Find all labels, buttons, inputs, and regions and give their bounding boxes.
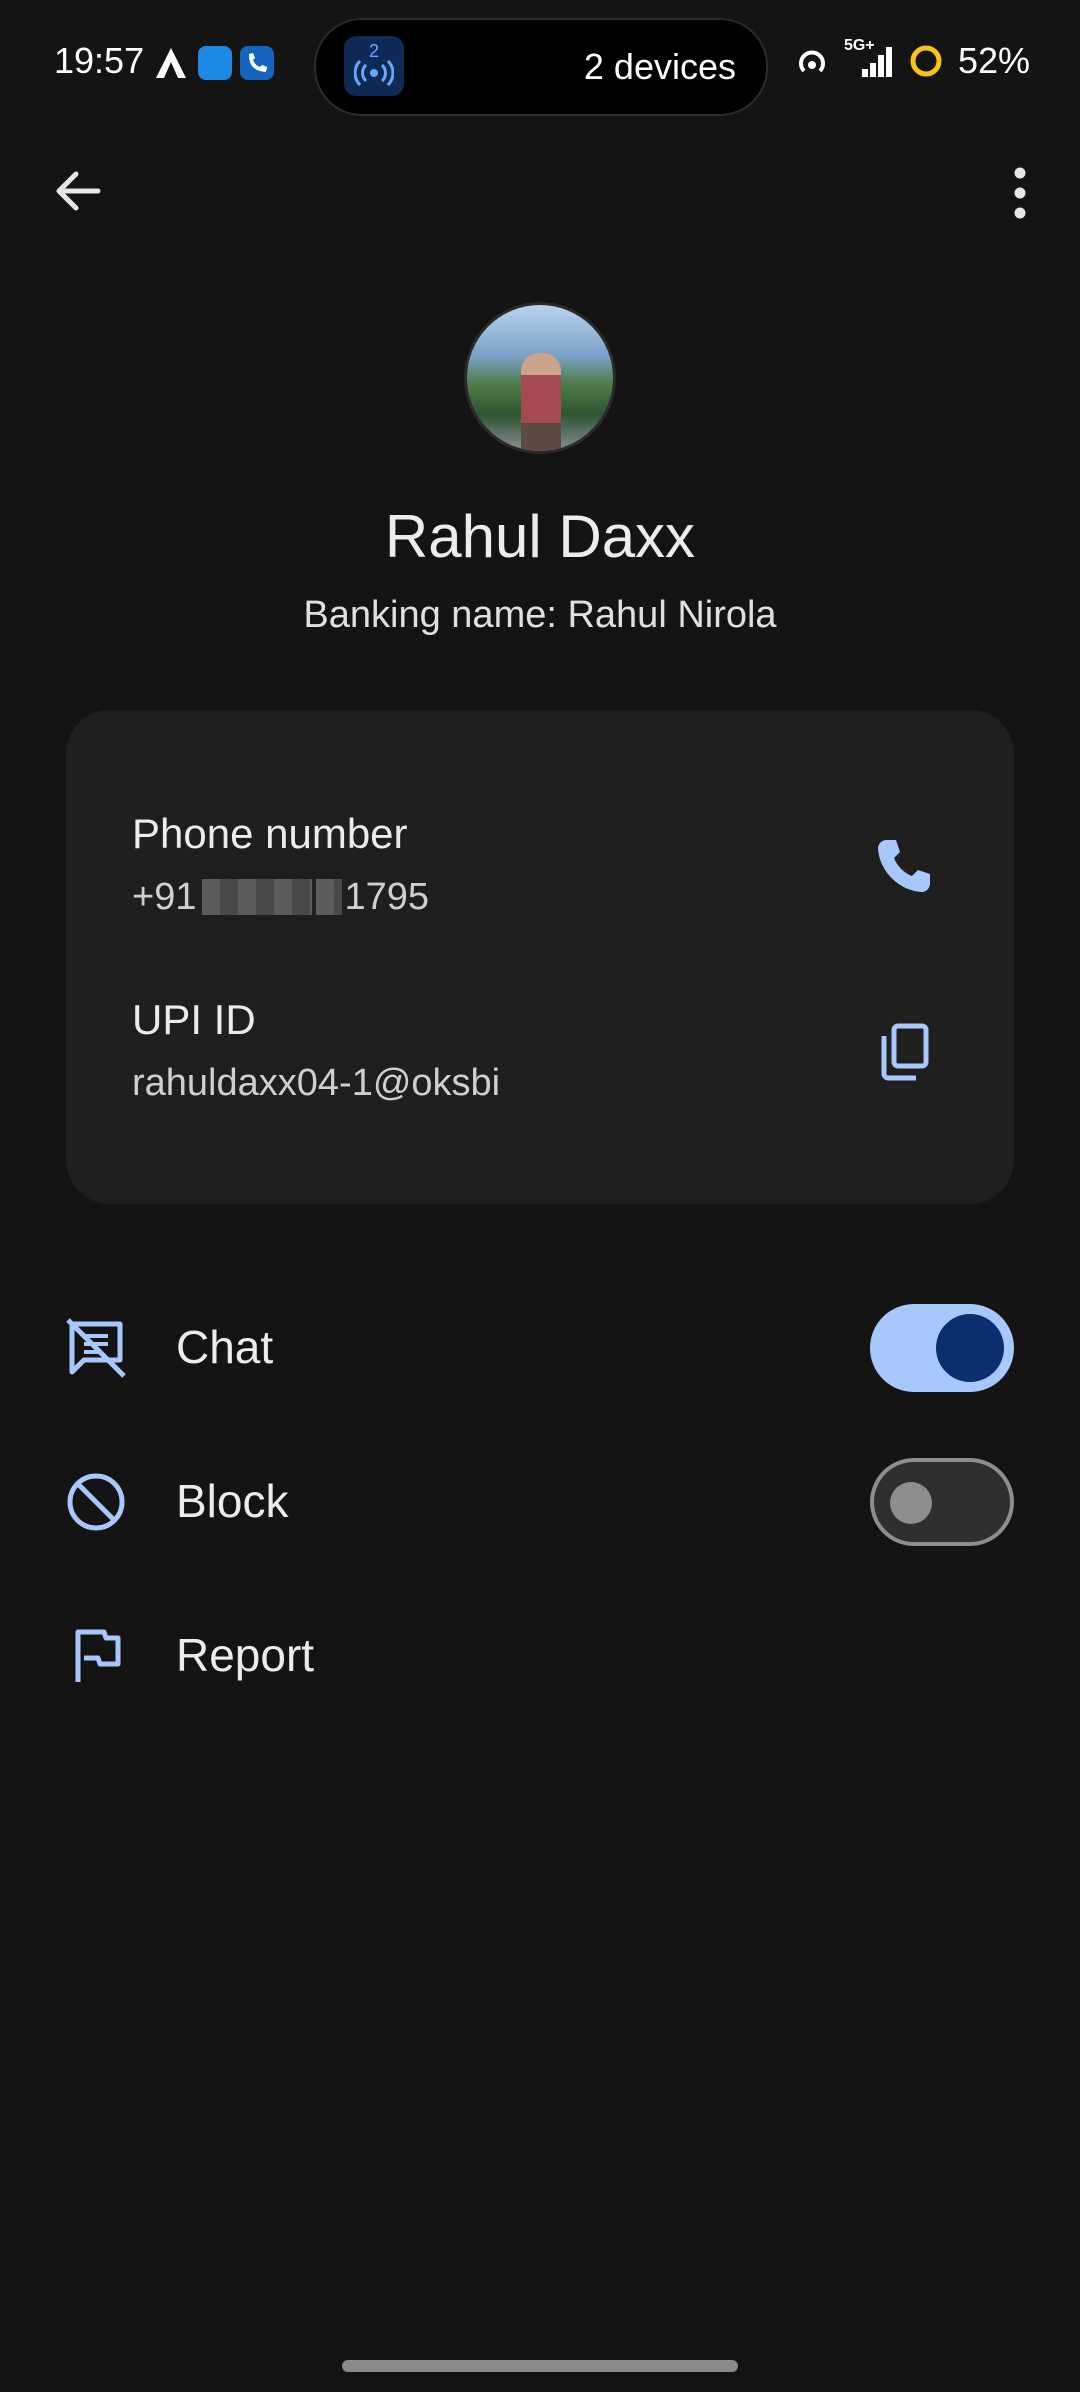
more-vert-icon	[1014, 167, 1026, 219]
wifi-hotspot-icon	[798, 50, 825, 73]
home-indicator[interactable]	[342, 2360, 738, 2372]
banking-name: Banking name: Rahul Nirola	[303, 594, 777, 636]
contact-details-card	[66, 710, 1014, 1204]
status-right: 5G+ 52%	[794, 37, 1030, 82]
copy-upi-button[interactable]	[872, 1020, 936, 1084]
back-button[interactable]	[52, 166, 102, 216]
battery-percent: 52%	[957, 40, 1030, 81]
redacted-digit	[316, 879, 343, 915]
block-toggle-knob	[890, 1482, 932, 1524]
block-toggle[interactable]	[870, 1458, 1014, 1546]
contact-name: Rahul Daxx	[384, 503, 696, 570]
signal-icon: 5G+	[844, 37, 894, 79]
app-phone-icon	[240, 46, 274, 80]
phone-label: Phone number	[132, 810, 408, 857]
arrow-back-icon	[56, 171, 101, 211]
island-text: 2 devices	[583, 46, 736, 87]
block-icon	[64, 1470, 128, 1534]
dynamic-island[interactable]: 2 2 devices	[314, 18, 768, 116]
chat-toggle[interactable]	[870, 1304, 1014, 1392]
avatar[interactable]	[464, 302, 616, 454]
block-label: Block	[176, 1475, 289, 1527]
copy-icon	[881, 1023, 929, 1081]
app-a-icon	[154, 46, 188, 80]
upi-label: UPI ID	[132, 996, 256, 1043]
app-chat-icon	[198, 46, 232, 80]
phone-icon	[878, 840, 930, 892]
upi-value: rahuldaxx04-1@oksbi	[132, 1062, 501, 1104]
phone-value: +91 1795	[132, 876, 430, 918]
chat-off-icon	[64, 1316, 128, 1380]
avatar-person	[521, 353, 561, 451]
hotspot-icon: 2	[344, 36, 404, 96]
flag-icon	[64, 1624, 128, 1688]
report-button[interactable]: Report	[176, 1628, 314, 1682]
chat-label: Chat	[176, 1321, 274, 1373]
status-time: 19:57	[54, 40, 145, 81]
chat-toggle-knob	[936, 1314, 1004, 1382]
call-button[interactable]	[872, 834, 936, 898]
battery-ring-icon	[910, 45, 942, 77]
redacted-digits	[202, 879, 313, 915]
more-options-button[interactable]	[1006, 166, 1034, 220]
